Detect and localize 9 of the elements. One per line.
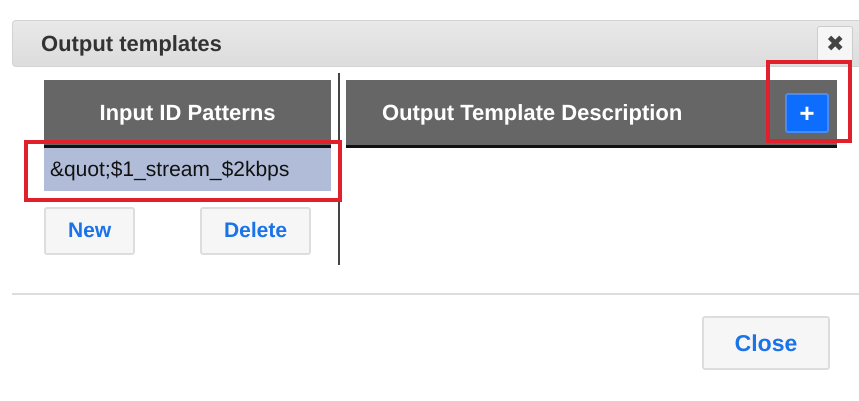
close-icon[interactable]: ✖	[817, 26, 853, 62]
dialog-title: Output templates	[41, 30, 222, 58]
close-button[interactable]: Close	[702, 316, 830, 370]
pattern-button[interactable]: Delete	[200, 207, 311, 255]
column-header: Input ID Patterns	[44, 80, 331, 148]
column-header: Output Template Description	[382, 99, 682, 127]
add-button[interactable]: +	[785, 92, 829, 132]
pattern-row[interactable]: &quot;$1_stream_$2kbps	[44, 148, 331, 191]
pattern-button[interactable]: New	[44, 207, 136, 255]
